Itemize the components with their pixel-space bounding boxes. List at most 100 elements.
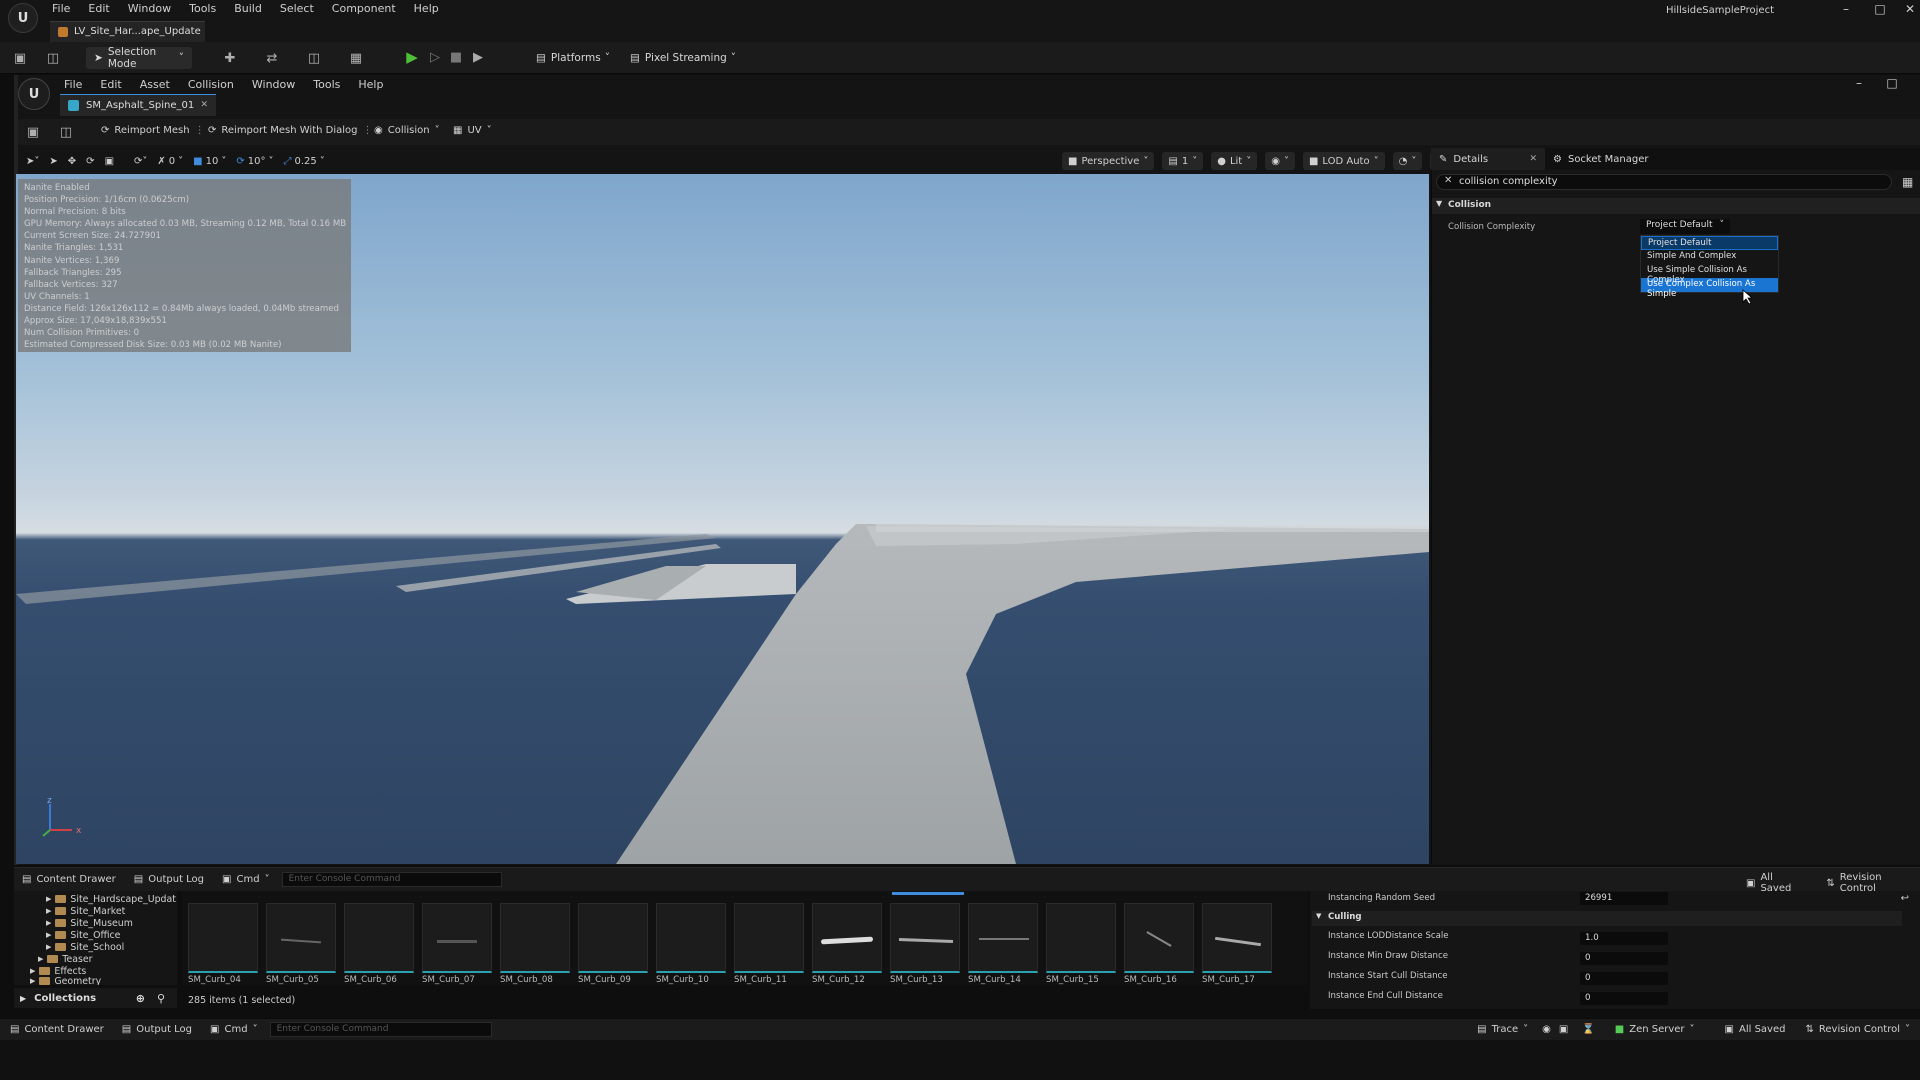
option-simple-as-complex[interactable]: Use Simple Collision As Complex <box>1641 264 1778 285</box>
add-collection-icon[interactable]: ⊕ <box>136 992 145 1005</box>
asset-tile[interactable]: SM_Curb_05 <box>266 903 338 989</box>
lod-dropdown[interactable]: ■ LOD Auto ˅ <box>1302 152 1385 170</box>
property-input[interactable]: 0 <box>1580 972 1668 985</box>
asset-menu-tools[interactable]: Tools <box>313 78 340 91</box>
unreal-logo-icon[interactable]: U <box>8 3 38 33</box>
surface-snap-button[interactable]: ✗ 0 ˅ <box>157 156 183 167</box>
clear-search-icon[interactable]: ✕ <box>1444 175 1452 186</box>
asset-menu-asset[interactable]: Asset <box>140 78 170 91</box>
uv-dropdown[interactable]: ▦ UV ˅ <box>453 125 492 136</box>
status-console-input[interactable]: Enter Console Command <box>269 1022 492 1037</box>
pointer-icon[interactable]: ➤ <box>49 156 57 167</box>
asset-tile[interactable]: SM_Curb_04 <box>188 903 260 989</box>
add-actor-icon[interactable]: ✚ <box>222 50 238 66</box>
launch-icon[interactable]: ▶ <box>470 49 486 65</box>
play-icon[interactable]: ▶ <box>404 48 420 66</box>
menu-window[interactable]: Window <box>128 2 171 15</box>
asset-minimize-icon[interactable]: – <box>1847 76 1871 90</box>
asset-save-icon[interactable]: ▣ <box>25 124 41 140</box>
level-tab[interactable]: LV_Site_Har...ape_Update <box>50 21 205 42</box>
trace-dropdown[interactable]: ▤ Trace ˅ <box>1477 1024 1528 1035</box>
tree-item[interactable]: ▶ Site_Market <box>46 905 177 917</box>
reimport-with-dialog-button[interactable]: ⟳ Reimport Mesh With Dialog ⋮ <box>208 125 372 136</box>
status-cmd-dropdown[interactable]: ▣ Cmd ˅ <box>210 1024 258 1035</box>
property-input[interactable]: 0 <box>1580 952 1668 965</box>
revision-control-button[interactable]: ⇅ Revision Control <box>1826 872 1920 894</box>
pixel-streaming-button[interactable]: ▤ Pixel Streaming ˅ <box>622 47 744 69</box>
tree-item[interactable]: ▶ Geometry <box>30 977 177 985</box>
collision-dropdown[interactable]: ◉ Collision ˅ <box>374 125 440 136</box>
cmd-dropdown[interactable]: ▣ Cmd ˅ <box>222 874 270 885</box>
option-complex-as-simple[interactable]: Use Complex Collision As Simple <box>1641 278 1778 299</box>
property-input[interactable]: 1.0 <box>1580 932 1668 945</box>
scale-snap-button[interactable]: ⤢ 0.25 ˅ <box>283 156 324 167</box>
record-icon[interactable]: ◉ <box>1542 1024 1551 1035</box>
tree-item[interactable]: ▶ Site_School <box>46 941 177 953</box>
asset-tile[interactable]: SM_Curb_09 <box>578 903 650 989</box>
grid-snap-button[interactable]: ■ 10 ˅ <box>193 156 226 167</box>
tree-item[interactable]: ▶ Teaser <box>38 953 177 965</box>
status-content-drawer-button[interactable]: ▤ Content Drawer <box>10 1024 104 1035</box>
details-search-input[interactable]: ✕ collision complexity <box>1436 174 1892 190</box>
console-command-input[interactable]: Enter Console Command <box>281 872 502 887</box>
property-input[interactable]: 0 <box>1580 992 1668 1005</box>
asset-tab[interactable]: SM_Asphalt_Spine_01 ✕ <box>60 94 216 116</box>
asset-menu-help[interactable]: Help <box>358 78 383 91</box>
menu-tools[interactable]: Tools <box>189 2 216 15</box>
asset-maximize-icon[interactable]: □ <box>1880 76 1904 90</box>
step-icon[interactable]: ▷ <box>427 49 443 65</box>
maximize-icon[interactable]: □ <box>1868 2 1892 16</box>
modes-icon[interactable]: ▦ <box>348 50 364 66</box>
stat-hourglass-icon[interactable]: ⌛ <box>1582 1024 1594 1035</box>
status-revision-control-button[interactable]: ⇅ Revision Control ˅ <box>1805 1024 1910 1035</box>
tab-socket-manager[interactable]: ⚙ Socket Manager <box>1545 148 1656 170</box>
more-options-icon[interactable]: ⋮ <box>362 125 372 136</box>
cinematics-icon[interactable]: ◫ <box>306 50 322 66</box>
rotation-snap-button[interactable]: ⟳ 10° ˅ <box>236 156 273 167</box>
menu-build[interactable]: Build <box>234 2 262 15</box>
blueprint-icon[interactable]: ⇄ <box>264 50 280 66</box>
culling-section-header[interactable]: ▼ Culling <box>1312 911 1902 926</box>
show-flags-dropdown[interactable]: ◉ ˅ <box>1265 152 1295 170</box>
asset-tile[interactable]: SM_Curb_16 <box>1124 903 1196 989</box>
status-all-saved-button[interactable]: ▣ All Saved <box>1725 1024 1786 1035</box>
random-seed-input[interactable]: 26991 <box>1580 892 1668 905</box>
save-icon[interactable]: ▣ <box>12 50 28 66</box>
table-view-icon[interactable]: ▦ <box>1902 175 1913 189</box>
menu-component[interactable]: Component <box>332 2 396 15</box>
asset-browse-icon[interactable]: ◫ <box>58 124 74 140</box>
view-mode-dropdown[interactable]: ● Lit ˅ <box>1211 152 1258 170</box>
menu-edit[interactable]: Edit <box>88 2 109 15</box>
perspective-dropdown[interactable]: ■ Perspective ˅ <box>1062 152 1155 170</box>
tree-item[interactable]: ▶ Site_Office <box>46 929 177 941</box>
minimize-icon[interactable]: – <box>1834 2 1858 16</box>
all-saved-button[interactable]: ▣ All Saved <box>1746 872 1806 894</box>
coordinate-space-icon[interactable]: ⟳˅ <box>134 156 147 167</box>
rotate-icon[interactable]: ⟳ <box>86 156 94 167</box>
move-icon[interactable]: ✥ <box>68 156 76 167</box>
browse-icon[interactable]: ◫ <box>45 50 61 66</box>
asset-tile[interactable]: SM_Curb_10 <box>656 903 728 989</box>
output-log-button[interactable]: ▤ Output Log <box>134 874 204 885</box>
screenshot-icon[interactable]: ▣ <box>1559 1024 1568 1035</box>
more-options-icon[interactable]: ⋮ <box>195 125 205 136</box>
stop-icon[interactable]: ■ <box>448 49 464 65</box>
performance-dropdown[interactable]: ◔ ˅ <box>1392 152 1423 170</box>
reset-arrow-icon[interactable]: ↩ <box>1901 893 1909 904</box>
menu-select[interactable]: Select <box>280 2 314 15</box>
platforms-button[interactable]: ▤ Platforms ˅ <box>528 47 618 69</box>
status-output-log-button[interactable]: ▤ Output Log <box>122 1024 192 1035</box>
asset-menu-file[interactable]: File <box>64 78 82 91</box>
tree-item[interactable]: ▶ Site_Hardscape_Updat <box>46 893 177 905</box>
tab-close-icon[interactable]: ✕ <box>1529 154 1537 164</box>
tree-item[interactable]: ▶ Effects <box>30 965 177 977</box>
select-mode-icon[interactable]: ➤˅ <box>26 156 39 167</box>
scale-icon[interactable]: ▣ <box>105 156 114 167</box>
tree-item[interactable]: ▶ Site_Museum <box>46 917 177 929</box>
asset-tile[interactable]: SM_Curb_15 <box>1046 903 1118 989</box>
asset-tile[interactable]: SM_Curb_13 <box>890 903 962 989</box>
tab-close-icon[interactable]: ✕ <box>200 100 208 110</box>
unreal-logo-icon[interactable]: U <box>18 78 50 110</box>
collision-section-header[interactable]: ▼ Collision <box>1432 198 1920 214</box>
tab-details[interactable]: ✎ Details ✕ <box>1431 148 1545 170</box>
